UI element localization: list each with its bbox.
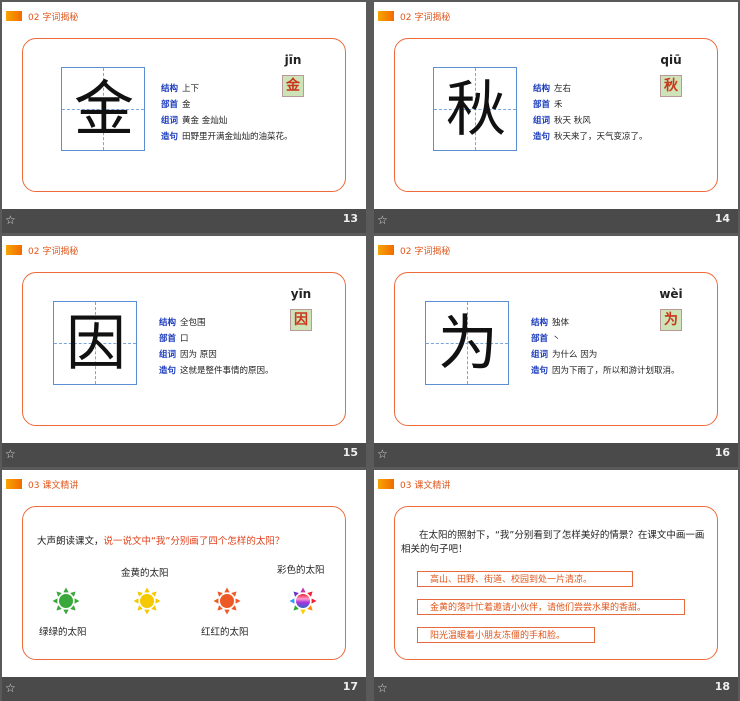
sun-label-rainbow: 彩色的太阳 [277, 565, 325, 576]
slide-thumbnail-15[interactable]: 02 字词揭秘 因 结构 全包围 部首口 组词 因为 原因 造句 这就是整件事情的原因… [2, 236, 366, 467]
transition-star-icon: ☆ [5, 447, 16, 461]
thumbnail-footer: ☆ 16 [374, 443, 738, 467]
content-card: 金 结构 上下 部首金 组词 黄金 金灿灿 造句 田野里开满金灿灿的油菜花。 jīn … [22, 38, 346, 192]
sun-label-yellow: 金黄的太阳 [121, 568, 169, 579]
char-grid: 为 [425, 301, 509, 385]
thumbnail-footer: ☆ 18 [374, 677, 738, 701]
slide-number: 16 [714, 446, 730, 459]
char-grid: 金 [61, 67, 145, 151]
slide-thumbnail-13[interactable]: 02 字词揭秘 金 结构 上下 部首金 组词 黄金 金灿灿 造句 田野里开满金灿灿的油… [2, 2, 366, 233]
slide-number: 13 [342, 212, 358, 225]
char-info: 结构 独体 部首丶 组词 为什么 因为 造句 因为下雨了，所以和游计划取消。 [531, 318, 680, 376]
thumbnail-footer: ☆ 15 [2, 443, 366, 467]
transition-star-icon: ☆ [5, 213, 16, 227]
content-card: 为 结构 独体 部首丶 组词 为什么 因为 造句 因为下雨了，所以和游计划取消。 wè… [394, 272, 718, 426]
question-text: 在太阳的照射下，“我”分别看到了怎样美好的情景？在课文中画一画相关的句子吧！ [401, 530, 705, 555]
pinyin-label: jīn [284, 53, 302, 67]
section-tag-icon [6, 245, 22, 255]
section-tag-icon [378, 245, 394, 255]
section-title: 02 字词揭秘 [400, 247, 451, 257]
slide-number: 18 [714, 680, 730, 693]
reading-prompt: 大声朗读课文，说一说文中“我”分别画了四个怎样的太阳？ [37, 536, 285, 547]
transition-star-icon: ☆ [377, 447, 388, 461]
transition-star-icon: ☆ [377, 213, 388, 227]
thumbnail-footer: ☆ 17 [2, 677, 366, 701]
sun-label-red: 红红的太阳 [201, 627, 249, 638]
small-character: 秋 [660, 75, 682, 97]
slide-thumbnail-17[interactable]: 03 课文精讲 大声朗读课文，说一说文中“我”分别画了四个怎样的太阳？ 绿绿的太… [2, 470, 366, 701]
slide-canvas: 02 字词揭秘 因 结构 全包围 部首口 组词 因为 原因 造句 这就是整件事情的原因… [2, 236, 366, 443]
content-card: 大声朗读课文，说一说文中“我”分别画了四个怎样的太阳？ 绿绿的太阳 金黄的太阳 … [22, 506, 346, 660]
slide-thumbnail-18[interactable]: 03 课文精讲 在太阳的照射下，“我”分别看到了怎样美好的情景？在课文中画一画相… [374, 470, 738, 701]
quote-box: 阳光温暖着小朋友冻僵的手和脸。 [417, 627, 595, 643]
small-character: 为 [660, 309, 682, 331]
pinyin-label: yīn [290, 287, 312, 301]
green-sun-icon [52, 587, 80, 615]
thumbnail-footer: ☆ 13 [2, 209, 366, 233]
char-grid: 秋 [433, 67, 517, 151]
yellow-sun-icon [133, 587, 161, 615]
section-tag-icon [6, 479, 22, 489]
transition-star-icon: ☆ [5, 681, 16, 695]
rainbow-sun-icon [289, 587, 317, 615]
big-character: 秋 [446, 75, 506, 145]
quote-box: 高山、田野、街道、校园到处一片清凉。 [417, 571, 633, 587]
big-character: 为 [438, 309, 498, 379]
char-info: 结构 全包围 部首口 组词 因为 原因 造句 这就是整件事情的原因。 [159, 318, 274, 376]
slide-canvas: 03 课文精讲 大声朗读课文，说一说文中“我”分别画了四个怎样的太阳？ 绿绿的太… [2, 470, 366, 677]
section-title: 02 字词揭秘 [28, 247, 79, 257]
slide-canvas: 02 字词揭秘 秋 结构 左右 部首禾 组词 秋天 秋风 造句 秋天来了，天气变凉了。… [374, 2, 738, 209]
pinyin-label: qiū [660, 53, 682, 67]
slide-thumbnail-14[interactable]: 02 字词揭秘 秋 结构 左右 部首禾 组词 秋天 秋风 造句 秋天来了，天气变凉了。… [374, 2, 738, 233]
content-card: 在太阳的照射下，“我”分别看到了怎样美好的情景？在课文中画一画相关的句子吧！ 高… [394, 506, 718, 660]
sun-label-green: 绿绿的太阳 [39, 627, 87, 638]
char-grid: 因 [53, 301, 137, 385]
pinyin-label: wèi [659, 287, 683, 301]
slide-number: 17 [342, 680, 358, 693]
section-tag-icon [6, 11, 22, 21]
char-info: 结构 上下 部首金 组词 黄金 金灿灿 造句 田野里开满金灿灿的油菜花。 [161, 84, 293, 142]
transition-star-icon: ☆ [377, 681, 388, 695]
section-title: 03 课文精讲 [400, 481, 451, 491]
slide-thumbnail-16[interactable]: 02 字词揭秘 为 结构 独体 部首丶 组词 为什么 因为 造句 因为下雨了，所以和游… [374, 236, 738, 467]
quote-box: 金黄的落叶忙着邀请小伙伴，请他们尝尝水果的香甜。 [417, 599, 685, 615]
content-card: 秋 结构 左右 部首禾 组词 秋天 秋风 造句 秋天来了，天气变凉了。 qiū 秋 [394, 38, 718, 192]
char-info: 结构 左右 部首禾 组词 秋天 秋风 造句 秋天来了，天气变凉了。 [533, 84, 648, 142]
slide-canvas: 02 字词揭秘 为 结构 独体 部首丶 组词 为什么 因为 造句 因为下雨了，所以和游… [374, 236, 738, 443]
section-tag-icon [378, 479, 394, 489]
section-title: 02 字词揭秘 [400, 13, 451, 23]
section-title: 02 字词揭秘 [28, 13, 79, 23]
slide-canvas: 02 字词揭秘 金 结构 上下 部首金 组词 黄金 金灿灿 造句 田野里开满金灿灿的油… [2, 2, 366, 209]
red-sun-icon [213, 587, 241, 615]
thumbnail-footer: ☆ 14 [374, 209, 738, 233]
small-character: 金 [282, 75, 304, 97]
section-title: 03 课文精讲 [28, 481, 79, 491]
slide-canvas: 03 课文精讲 在太阳的照射下，“我”分别看到了怎样美好的情景？在课文中画一画相… [374, 470, 738, 677]
small-character: 因 [290, 309, 312, 331]
big-character: 金 [74, 75, 134, 145]
slide-number: 15 [342, 446, 358, 459]
slide-number: 14 [714, 212, 730, 225]
section-tag-icon [378, 11, 394, 21]
content-card: 因 结构 全包围 部首口 组词 因为 原因 造句 这就是整件事情的原因。 yīn 因 [22, 272, 346, 426]
big-character: 因 [66, 309, 126, 379]
